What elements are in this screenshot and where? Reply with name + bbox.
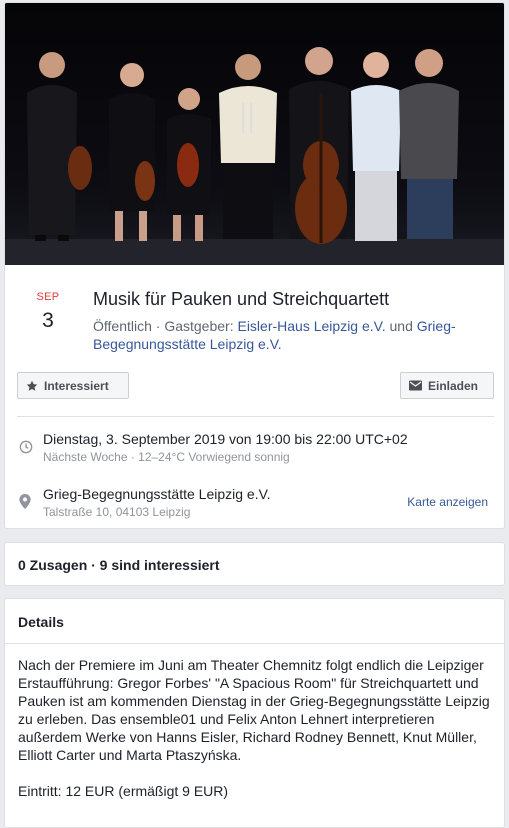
details-body: Nach der Premiere im Juni am Theater Che… <box>18 656 496 800</box>
attendance-card: 0 Zusagen · 9 sind interessiert <box>4 542 505 586</box>
event-cover-photo[interactable] <box>5 3 504 265</box>
event-title: Musik für Pauken und Streichquartett <box>93 289 390 309</box>
clock-icon <box>19 440 33 454</box>
event-host-line: Öffentlich · Gastgeber: Eisler-Haus Leip… <box>93 317 483 353</box>
event-visibility: Öffentlich <box>93 318 152 334</box>
details-paragraph: Nach der Premiere im Juni am Theater Che… <box>18 657 490 763</box>
interested-button[interactable]: Interessiert <box>17 372 129 399</box>
host-link-eisler-haus[interactable]: Eisler-Haus Leipzig e.V. <box>237 318 385 334</box>
event-time: Dienstag, 3. September 2019 von 19:00 bi… <box>43 431 408 447</box>
event-weather: Nächste Woche · 12–24°C Vorwiegend sonni… <box>43 450 290 464</box>
location-name[interactable]: Grieg-Begegnungsstätte Leipzig e.V. <box>43 486 271 502</box>
star-icon <box>26 380 38 391</box>
invite-button[interactable]: Einladen <box>400 372 494 399</box>
attendance-summary[interactable]: 0 Zusagen · 9 sind interessiert <box>18 557 220 573</box>
show-map-link[interactable]: Karte anzeigen <box>407 495 488 509</box>
details-admission: Eintritt: 12 EUR (ermäßigt 9 EUR) <box>18 783 229 799</box>
event-date-month: SEP <box>36 291 60 303</box>
interested-button-label: Interessiert <box>44 378 109 393</box>
event-date-day: 3 <box>42 309 54 332</box>
action-divider <box>17 416 494 417</box>
event-date: SEP 3 <box>5 291 91 333</box>
invite-button-label: Einladen <box>428 378 479 393</box>
details-card: Details Nach der Premiere im Juni am The… <box>4 598 505 828</box>
location-address: Talstraße 10, 04103 Leipzig <box>43 505 191 519</box>
map-pin-icon <box>19 494 31 509</box>
details-heading: Details <box>18 614 64 630</box>
details-divider <box>5 643 504 644</box>
ensemble-photo-illustration <box>5 3 504 265</box>
envelope-icon <box>409 380 422 391</box>
event-card: SEP 3 Musik für Pauken und Streichquarte… <box>4 2 505 529</box>
host-prefix: · Gastgeber: <box>151 318 238 334</box>
host-joiner: und <box>385 318 417 334</box>
